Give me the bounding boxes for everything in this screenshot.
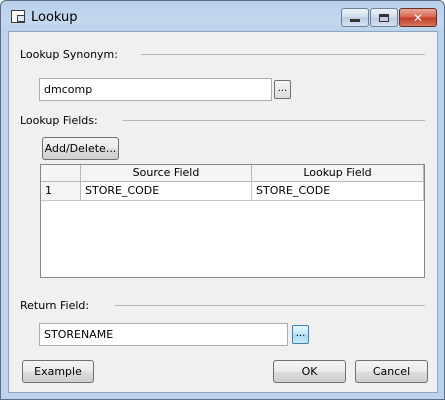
window-title: Lookup [31, 10, 78, 25]
lookup-field-cell[interactable]: STORE_CODE [252, 182, 424, 201]
lookup-synonym-browse-button[interactable]: ... [274, 80, 291, 99]
add-delete-button[interactable]: Add/Delete... [42, 137, 119, 160]
lookup-fields-grid[interactable]: Source Field Lookup Field 1 STORE_CODE S… [40, 164, 425, 278]
source-field-cell[interactable]: STORE_CODE [81, 182, 252, 201]
example-button[interactable]: Example [22, 360, 94, 383]
maximize-button[interactable] [370, 8, 398, 27]
title-bar[interactable]: Lookup ✕ [1, 1, 444, 31]
lookup-synonym-input[interactable]: dmcomp [39, 78, 272, 101]
dialog-body: Lookup Synonym: dmcomp ... Lookup Fields… [8, 31, 438, 393]
grid-corner-header [41, 165, 81, 182]
lookup-dialog: Lookup ✕ Lookup Synonym: dmcomp ... Look… [0, 0, 445, 400]
cancel-button[interactable]: Cancel [355, 360, 428, 383]
window-icon [11, 10, 25, 23]
column-header-source-field[interactable]: Source Field [81, 165, 252, 182]
table-row-number[interactable]: 1 [41, 182, 81, 201]
lookup-fields-separator [122, 120, 425, 121]
ok-button[interactable]: OK [273, 360, 346, 383]
close-button[interactable]: ✕ [399, 8, 437, 27]
lookup-synonym-separator [141, 54, 425, 55]
return-field-input[interactable]: STORENAME [39, 323, 288, 346]
return-field-separator [114, 305, 425, 306]
column-header-lookup-field[interactable]: Lookup Field [252, 165, 424, 182]
minimize-icon [350, 19, 360, 22]
return-field-label: Return Field: [20, 299, 90, 312]
maximize-icon [379, 13, 389, 22]
lookup-fields-label: Lookup Fields: [20, 114, 98, 127]
minimize-button[interactable] [341, 8, 369, 27]
return-field-browse-button[interactable]: ... [292, 325, 309, 344]
lookup-synonym-label: Lookup Synonym: [20, 48, 118, 61]
close-icon: ✕ [412, 10, 424, 25]
